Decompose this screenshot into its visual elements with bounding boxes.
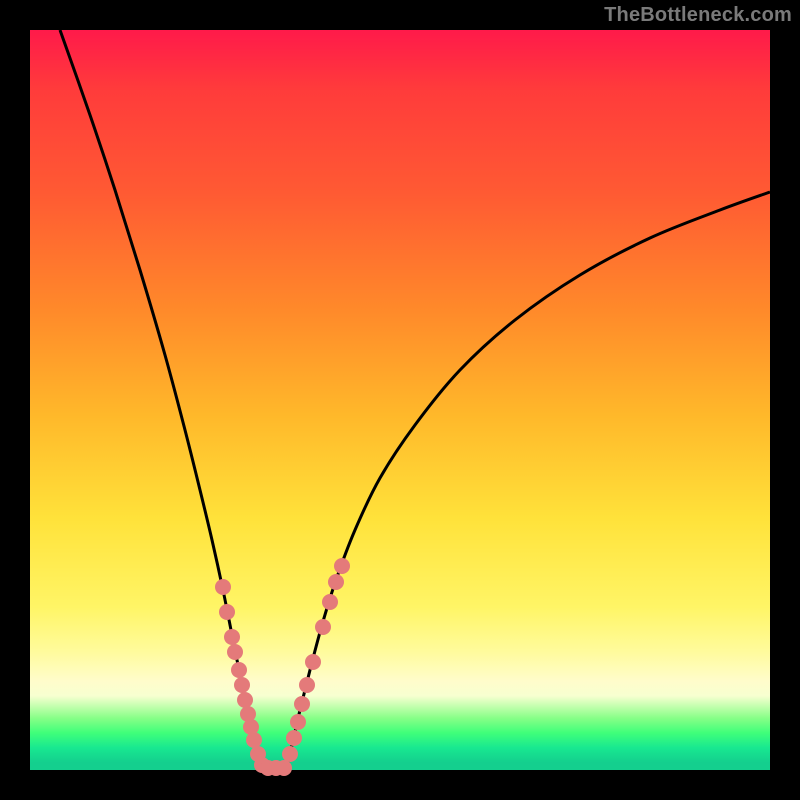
data-dot xyxy=(224,629,240,645)
watermark-text: TheBottleneck.com xyxy=(604,4,792,27)
data-dot xyxy=(328,574,344,590)
data-dot xyxy=(246,732,262,748)
data-dots xyxy=(215,558,350,776)
data-dot xyxy=(231,662,247,678)
data-dot xyxy=(322,594,338,610)
data-dot xyxy=(282,746,298,762)
data-dot xyxy=(290,714,306,730)
data-dot xyxy=(215,579,231,595)
data-dot xyxy=(299,677,315,693)
data-dot xyxy=(334,558,350,574)
data-dot xyxy=(305,654,321,670)
data-dot xyxy=(315,619,331,635)
data-dot xyxy=(227,644,243,660)
data-dot xyxy=(219,604,235,620)
outer-frame: TheBottleneck.com xyxy=(0,0,800,800)
chart-svg xyxy=(30,30,770,770)
data-dot xyxy=(276,760,292,776)
data-dot xyxy=(234,677,250,693)
data-dot xyxy=(237,692,253,708)
data-dot xyxy=(294,696,310,712)
curve-right-branch xyxy=(286,192,770,770)
plot-area xyxy=(30,30,770,770)
data-dot xyxy=(286,730,302,746)
